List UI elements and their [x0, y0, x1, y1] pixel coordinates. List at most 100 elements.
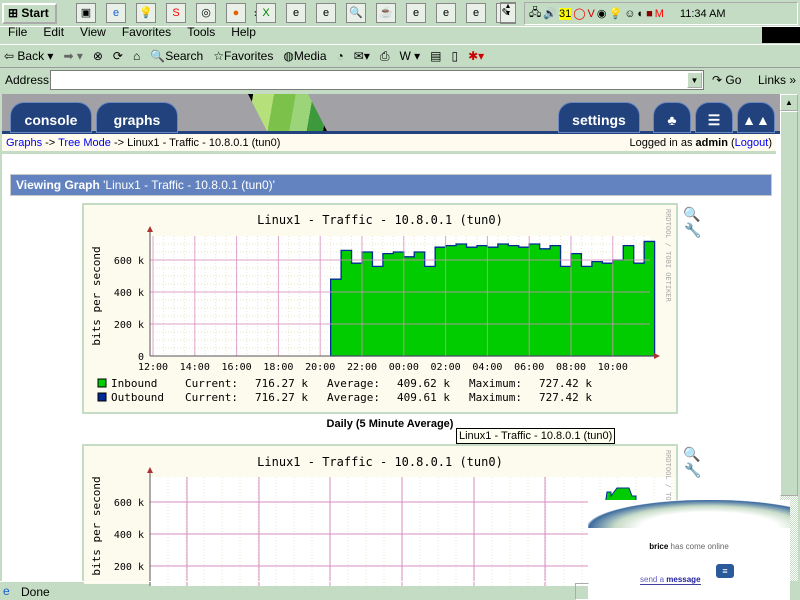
properties-icon[interactable]: 🔧 — [684, 462, 701, 479]
legend-average: 409.61 k — [397, 391, 450, 404]
legend-average: 409.62 k — [397, 377, 450, 390]
bulb-icon[interactable]: 💡 — [136, 3, 156, 23]
chart-title: Linux1 - Traffic - 10.8.0.1 (tun0) — [257, 455, 503, 469]
scroll-thumb[interactable] — [780, 111, 798, 496]
x-tick-label: 02:00 — [431, 362, 461, 373]
viewing-title: 'Linux1 - Traffic - 10.8.0.1 (tun0)' — [103, 178, 275, 192]
print-icon[interactable]: ⎙ — [380, 49, 390, 64]
ie-window-icon[interactable]: e — [436, 3, 456, 23]
ie-window-icon[interactable]: e — [406, 3, 426, 23]
search-label: Search — [165, 49, 204, 63]
browser-icon[interactable]: ◎ — [196, 3, 216, 23]
legend-maximum-label: Maximum: — [469, 391, 522, 404]
status-text: Done — [21, 585, 50, 599]
legend-maximum: 727.42 k — [539, 377, 592, 390]
links-button[interactable]: Links » — [758, 73, 796, 87]
tab-label: settings — [572, 112, 626, 128]
address-bar: Address ▼ ↷ Go Links » — [0, 69, 800, 92]
clock-app-icon[interactable]: ◐ — [637, 8, 644, 20]
chat-icon[interactable]: ≡ — [716, 564, 734, 578]
ie-icon[interactable]: e — [106, 3, 126, 23]
excel-icon[interactable]: X — [256, 3, 276, 23]
send-message-link[interactable]: send a message — [640, 575, 701, 585]
scroll-up-button[interactable]: ▲ — [780, 94, 798, 111]
y-tick-label: 200 k — [114, 320, 144, 331]
breadcrumb-graphs[interactable]: Graphs — [6, 137, 42, 149]
x-axis-arrow — [654, 353, 660, 359]
list-view-button[interactable]: ☰ — [695, 102, 733, 133]
y-axis-label: bits per second — [90, 476, 103, 575]
menu-edit[interactable]: Edit — [43, 26, 64, 42]
viewing-label: Viewing Graph — [16, 178, 100, 192]
menu-view[interactable]: View — [80, 26, 106, 42]
desktop-icon[interactable]: ▣ — [76, 3, 96, 23]
logout-link[interactable]: Logout — [735, 137, 769, 149]
discuss-icon[interactable]: ▤ — [430, 49, 441, 63]
messenger-popup[interactable]: brice has come online send a message ≡ — [588, 500, 790, 600]
tab-settings[interactable]: settings — [558, 102, 640, 133]
mail-icon[interactable]: ✉▾ — [354, 49, 370, 63]
x-tick-label: 12:00 — [138, 362, 168, 373]
properties-icon[interactable]: 🔧 — [684, 222, 701, 239]
menu-tools[interactable]: Tools — [187, 26, 215, 42]
preview-view-button[interactable]: ▲▲ — [737, 102, 775, 133]
clock: 11:34 AM — [679, 7, 726, 20]
graph-icon: ▲▲ — [742, 112, 770, 128]
go-label: Go — [725, 73, 742, 87]
messenger-icon[interactable]: ▯ — [451, 49, 458, 63]
search-window-icon[interactable]: 🔍 — [346, 3, 366, 23]
search-button[interactable]: 🔍Search — [150, 49, 203, 63]
ie-window-icon[interactable]: e — [316, 3, 336, 23]
calendar-icon[interactable]: 31 — [558, 7, 572, 20]
tab-console[interactable]: console — [10, 102, 92, 133]
forward-button[interactable]: ➡ ▾ — [63, 49, 82, 63]
breadcrumb-tree-mode[interactable]: Tree Mode — [58, 137, 111, 149]
ie-window-icon[interactable]: e — [286, 3, 306, 23]
traffic-chart: 12:00 14:00 16:00 18:00 20:00 22:00 00:00 02:00… — [90, 209, 672, 404]
home-icon[interactable]: ⌂ — [133, 49, 140, 63]
menu-favorites[interactable]: Favorites — [122, 26, 171, 42]
tree-icon: ♣ — [667, 112, 677, 128]
antivirus-icon[interactable]: V — [588, 8, 595, 20]
tool-icon[interactable]: ✱▾ — [468, 49, 484, 63]
media-button[interactable]: ◍Media — [283, 49, 326, 63]
address-input[interactable] — [50, 70, 704, 90]
login-info: Logged in as admin (Logout) — [629, 137, 772, 149]
menu-file[interactable]: File — [8, 26, 27, 42]
volume-icon[interactable]: 🔊 — [543, 7, 557, 20]
edit-icon[interactable]: W ▾ — [399, 49, 420, 63]
zoom-icon[interactable]: 🔍 — [683, 206, 700, 223]
firefox-icon[interactable]: ● — [226, 3, 246, 23]
go-button[interactable]: ↷ Go — [712, 73, 741, 87]
app-icon[interactable]: S — [166, 3, 186, 23]
breadcrumb-current: Linux1 - Traffic - 10.8.0.1 (tun0) — [127, 137, 281, 149]
history-icon[interactable]: ◔ — [337, 49, 344, 63]
stop-icon[interactable]: ⊗ — [93, 49, 103, 63]
favorites-button[interactable]: ☆Favorites — [213, 49, 273, 63]
address-dropdown[interactable]: ▼ — [687, 72, 702, 88]
menu-help[interactable]: Help — [231, 26, 256, 42]
tray-icon[interactable]: ◯ — [573, 7, 585, 20]
tray-icon[interactable]: ■ — [646, 8, 653, 20]
java-icon[interactable]: ☕ — [376, 3, 396, 23]
tab-label: console — [24, 112, 78, 128]
messenger-icon[interactable]: ☺ — [624, 8, 635, 20]
y-tick-label: 600 k — [114, 256, 144, 267]
tree-view-button[interactable]: ♣ — [653, 102, 691, 133]
legend-name: Inbound — [111, 377, 157, 390]
gmail-icon[interactable]: M — [655, 8, 664, 20]
tab-graphs[interactable]: graphs — [96, 102, 178, 133]
taskbar-scroll[interactable]: ▲ ▼ — [500, 2, 516, 24]
network-icon[interactable]: 🖧 — [529, 4, 541, 23]
bulb-icon[interactable]: 💡 — [608, 7, 622, 20]
legend-current-label: Current: — [185, 377, 238, 390]
refresh-icon[interactable]: ⟳ — [113, 49, 123, 63]
breadcrumb-sep: -> — [45, 137, 56, 149]
back-button[interactable]: ⇦ Back ▾ — [4, 49, 53, 63]
start-button[interactable]: ⊞ Start — [2, 3, 57, 24]
tab-label: graphs — [113, 112, 161, 128]
ie-window-icon[interactable]: e — [466, 3, 486, 23]
tray-icon[interactable]: ◉ — [597, 7, 607, 20]
zoom-icon[interactable]: 🔍 — [683, 446, 700, 463]
graph-daily[interactable]: 12:00 14:00 16:00 18:00 20:00 22:00 00:00 02:00… — [82, 203, 678, 414]
